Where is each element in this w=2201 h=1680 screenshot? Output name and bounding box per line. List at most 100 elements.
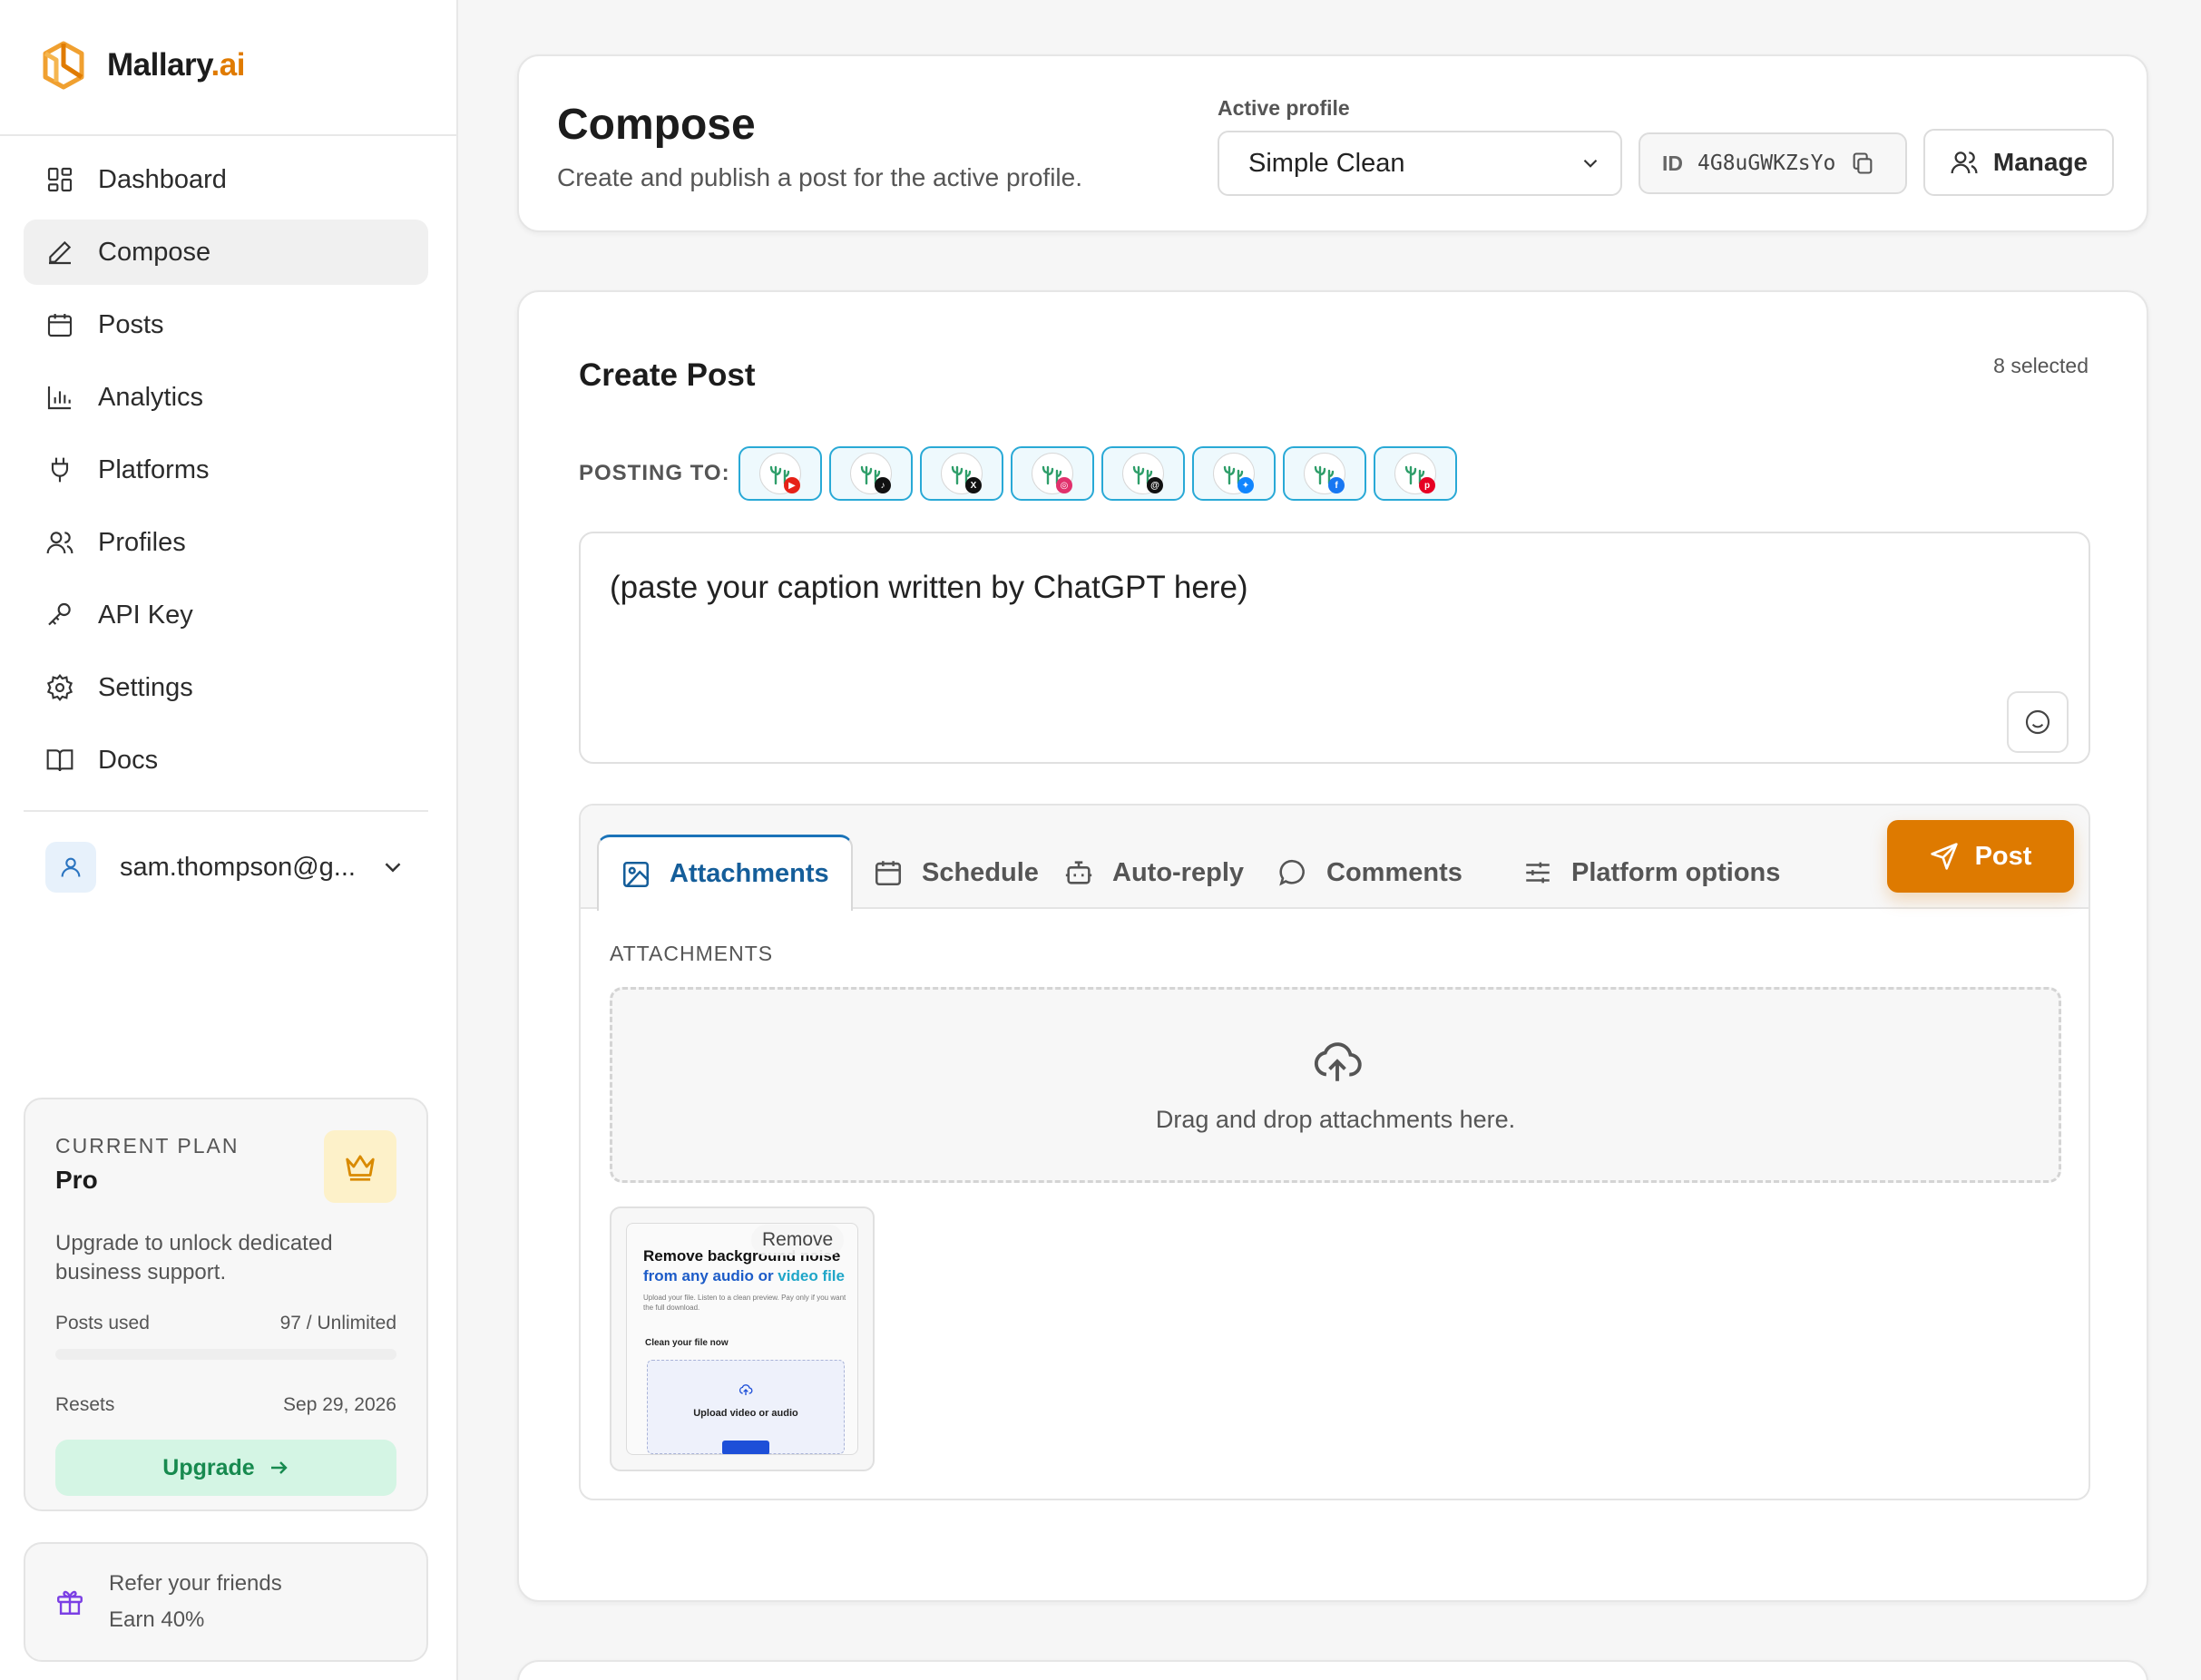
active-profile-value: Simple Clean bbox=[1248, 148, 1405, 178]
page-title: Compose bbox=[557, 101, 756, 149]
sidebar-item-label: Posts bbox=[98, 309, 164, 339]
youtube-icon: ▶ bbox=[784, 477, 800, 493]
platform-chip-instagram[interactable]: ◎ bbox=[1011, 446, 1094, 501]
emoji-picker-button[interactable] bbox=[2007, 691, 2069, 753]
bluesky-icon: ✦ bbox=[1237, 477, 1254, 493]
sidebar-item-api-key[interactable]: API Key bbox=[24, 582, 428, 648]
platform-chip-x[interactable]: X bbox=[920, 446, 1003, 501]
calendar-icon bbox=[45, 310, 74, 339]
tab-auto-reply[interactable]: Auto-reply bbox=[1042, 835, 1266, 911]
platform-chip-tiktok[interactable]: ♪ bbox=[829, 446, 913, 501]
compose-header-card: Compose Create and publish a post for th… bbox=[517, 54, 2148, 232]
platform-chip-facebook[interactable]: f bbox=[1283, 446, 1366, 501]
dashboard-icon bbox=[45, 165, 74, 194]
resets-row: Resets Sep 29, 2026 bbox=[55, 1394, 396, 1416]
profile-id-pill: ID 4G8uGWKZsYo bbox=[1639, 132, 1907, 194]
tab-label: Auto-reply bbox=[1112, 857, 1244, 887]
sidebar: Mallary.ai Dashboard Compose Posts Analy… bbox=[0, 0, 458, 1680]
tab-comments[interactable]: Comments bbox=[1256, 835, 1484, 911]
smiley-icon bbox=[2025, 709, 2050, 735]
instagram-icon: ◎ bbox=[1056, 477, 1072, 493]
id-label: ID bbox=[1662, 151, 1683, 175]
create-post-title: Create Post bbox=[579, 357, 756, 393]
refer-line-1: Refer your friends bbox=[109, 1571, 282, 1596]
usage-progress-bar bbox=[55, 1349, 396, 1360]
platform-chip-threads[interactable]: @ bbox=[1101, 446, 1185, 501]
upgrade-label: Upgrade bbox=[162, 1454, 255, 1480]
tab-platform-options[interactable]: Platform options bbox=[1501, 835, 1802, 911]
tiktok-icon: ♪ bbox=[875, 477, 891, 493]
sidebar-item-label: Compose bbox=[98, 237, 211, 267]
arrow-right-icon bbox=[270, 1461, 288, 1474]
posts-used-label: Posts used bbox=[55, 1313, 150, 1333]
comment-icon bbox=[1279, 859, 1305, 886]
active-profile-select[interactable]: Simple Clean bbox=[1218, 131, 1622, 196]
tab-label: Schedule bbox=[922, 857, 1039, 887]
sidebar-item-compose[interactable]: Compose bbox=[24, 220, 428, 285]
manage-profiles-button[interactable]: Manage bbox=[1923, 129, 2114, 196]
page-subtitle: Create and publish a post for the active… bbox=[557, 163, 1083, 191]
plan-description: Upgrade to unlock dedicated business sup… bbox=[55, 1231, 333, 1284]
platform-chip-pinterest[interactable]: p bbox=[1374, 446, 1457, 501]
book-icon bbox=[45, 746, 74, 775]
resets-value: Sep 29, 2026 bbox=[283, 1394, 396, 1415]
preview-heading-2: from any audio or video file bbox=[643, 1267, 845, 1284]
preview-section-title: Clean your file now bbox=[645, 1338, 729, 1348]
refer-friends-card[interactable]: Refer your friends Earn 40% bbox=[24, 1542, 428, 1662]
preview-upload-text: Upload video or audio bbox=[693, 1408, 798, 1419]
upgrade-button[interactable]: Upgrade bbox=[55, 1440, 396, 1496]
sidebar-item-posts[interactable]: Posts bbox=[24, 292, 428, 357]
sidebar-item-analytics[interactable]: Analytics bbox=[24, 365, 428, 430]
tab-label: Comments bbox=[1326, 857, 1462, 887]
pinterest-icon: p bbox=[1419, 477, 1435, 493]
attachment-dropzone[interactable]: Drag and drop attachments here. bbox=[610, 987, 2061, 1183]
sidebar-item-label: Analytics bbox=[98, 382, 204, 412]
platform-chip-youtube[interactable]: ▶ bbox=[739, 446, 822, 501]
remove-attachment-button[interactable]: Remove bbox=[751, 1225, 845, 1255]
options-tab-bar: Attachments Schedule Auto-reply Comments… bbox=[581, 806, 2089, 911]
tab-attachments[interactable]: Attachments bbox=[597, 835, 853, 911]
threads-icon: @ bbox=[1147, 477, 1163, 493]
dropzone-text: Drag and drop attachments here. bbox=[1155, 1106, 1516, 1133]
next-card bbox=[517, 1660, 2148, 1680]
sidebar-item-settings[interactable]: Settings bbox=[24, 655, 428, 720]
nav-divider bbox=[24, 810, 428, 812]
users-icon bbox=[45, 528, 74, 557]
platform-selector: ▶ ♪ X ◎ @ ✦ f p bbox=[739, 446, 1457, 501]
sidebar-item-dashboard[interactable]: Dashboard bbox=[24, 147, 428, 212]
account-menu[interactable]: sam.thompson@g... bbox=[24, 835, 428, 900]
sidebar-item-profiles[interactable]: Profiles bbox=[24, 510, 428, 575]
image-icon bbox=[622, 861, 650, 887]
attachment-preview-image: Remove background noise from any audio o… bbox=[626, 1223, 858, 1455]
posts-used-row: Posts used 97 / Unlimited bbox=[55, 1313, 396, 1334]
platform-chip-bluesky[interactable]: ✦ bbox=[1192, 446, 1276, 501]
crown-badge bbox=[324, 1130, 396, 1203]
post-options-panel: Attachments Schedule Auto-reply Comments… bbox=[579, 804, 2090, 1500]
copy-icon[interactable] bbox=[1850, 151, 1875, 176]
refer-text: Refer your friends Earn 40% bbox=[109, 1566, 282, 1638]
pen-icon bbox=[45, 238, 74, 267]
crown-icon bbox=[346, 1155, 375, 1181]
posts-used-value: 97 / Unlimited bbox=[279, 1313, 396, 1333]
tab-schedule[interactable]: Schedule bbox=[851, 835, 1061, 911]
sliders-icon bbox=[1526, 862, 1550, 884]
sidebar-item-label: Docs bbox=[98, 745, 159, 775]
key-icon bbox=[45, 601, 74, 630]
posting-to-label: POSTING TO: bbox=[579, 461, 730, 485]
brand-logo[interactable]: Mallary.ai bbox=[40, 40, 245, 91]
bot-icon bbox=[1065, 861, 1092, 884]
preview-upload-box: Upload video or audio bbox=[647, 1360, 845, 1454]
send-icon bbox=[1930, 843, 1958, 870]
avatar bbox=[45, 842, 96, 893]
calendar-icon bbox=[875, 861, 902, 886]
preview-paragraph: Upload your file. Listen to a clean prev… bbox=[643, 1294, 846, 1312]
active-profile-label: Active profile bbox=[1218, 96, 1350, 120]
attachments-label: ATTACHMENTS bbox=[610, 942, 774, 965]
post-label: Post bbox=[1974, 841, 2032, 871]
post-button[interactable]: Post bbox=[1887, 820, 2074, 893]
x-icon: X bbox=[965, 477, 982, 493]
selected-count: 8 selected bbox=[1993, 354, 2089, 377]
caption-textarea[interactable]: (paste your caption written by ChatGPT h… bbox=[579, 532, 2090, 764]
sidebar-item-platforms[interactable]: Platforms bbox=[24, 437, 428, 503]
sidebar-item-docs[interactable]: Docs bbox=[24, 728, 428, 793]
